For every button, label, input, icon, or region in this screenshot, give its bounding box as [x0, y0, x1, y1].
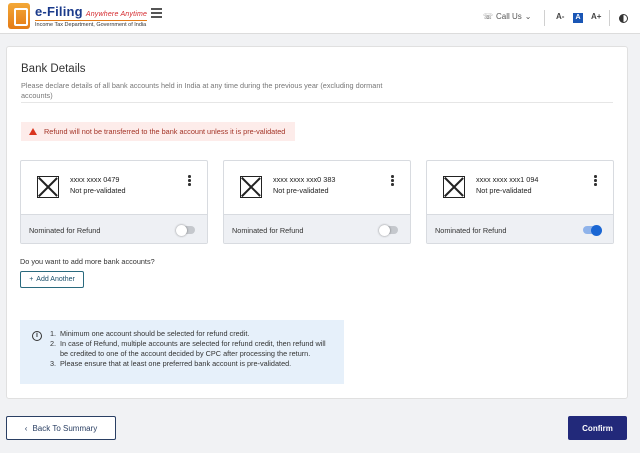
warning-banner: Refund will not be transferred to the ba… — [21, 122, 296, 141]
phone-icon: ☏ — [483, 12, 494, 21]
confirm-button[interactable]: Confirm — [568, 416, 627, 440]
add-another-button[interactable]: + Add Another — [20, 271, 84, 288]
nominate-refund-toggle[interactable] — [379, 224, 398, 236]
account-number: xxxx xxxx xxx0 383 — [273, 175, 336, 184]
warning-text: Refund will not be transferred to the ba… — [44, 127, 286, 136]
bank-account-card: xxxx xxxx 0479 Not pre-validated Nominat… — [20, 160, 208, 244]
chevron-left-icon: ‹ — [24, 423, 28, 433]
bank-placeholder-icon — [37, 176, 59, 198]
bank-placeholder-icon — [443, 176, 465, 198]
more-options-icon[interactable] — [594, 175, 597, 187]
header-divider — [544, 10, 545, 26]
info-box: i 1. Minimum one account should be selec… — [20, 320, 344, 384]
add-accounts-question: Do you want to add more bank accounts? — [20, 257, 155, 266]
chevron-down-icon: ⌄ — [524, 12, 532, 21]
call-us-dropdown[interactable]: ☏ Call Us ⌄ — [483, 12, 532, 21]
info-item: 1. Minimum one account should be selecte… — [50, 329, 250, 338]
header-divider — [609, 10, 610, 26]
nominated-label: Nominated for Refund — [435, 226, 507, 235]
more-options-icon[interactable] — [391, 175, 394, 187]
bank-account-card: xxxx xxxx xxx0 383 Not pre-validated Nom… — [223, 160, 411, 244]
account-number: xxxx xxxx 0479 — [70, 175, 120, 184]
add-another-label: Add Another — [36, 276, 75, 283]
nominate-refund-toggle[interactable] — [583, 224, 602, 236]
nominated-label: Nominated for Refund — [232, 226, 304, 235]
call-us-label: Call Us — [496, 12, 522, 21]
back-label: Back To Summary — [32, 423, 98, 433]
divider — [21, 102, 613, 103]
bank-account-card: xxxx xxxx xxx1 094 Not pre-validated Nom… — [426, 160, 614, 244]
logo-tagline: Anywhere Anytime — [85, 11, 148, 18]
font-default-button[interactable]: A — [573, 13, 583, 23]
info-icon: i — [32, 331, 42, 341]
back-to-summary-button[interactable]: ‹ Back To Summary — [6, 416, 116, 440]
contrast-toggle-icon[interactable] — [619, 14, 628, 23]
efiling-logo[interactable]: e-Filing Anywhere Anytime Income Tax Depa… — [8, 3, 148, 29]
top-header: e-Filing Anywhere Anytime Income Tax Depa… — [0, 0, 640, 34]
validation-status: Not pre-validated — [273, 186, 329, 195]
bank-details-panel: Bank Details Please declare details of a… — [6, 46, 628, 399]
page-title: Bank Details — [21, 63, 86, 75]
page-description: Please declare details of all bank accou… — [21, 81, 383, 100]
nominated-label: Nominated for Refund — [29, 226, 101, 235]
logo-subtitle: Income Tax Department, Government of Ind… — [35, 20, 148, 28]
info-item: 3. Please ensure that at least one prefe… — [50, 359, 292, 368]
font-decrease-button[interactable]: A- — [556, 12, 564, 21]
more-options-icon[interactable] — [188, 175, 191, 187]
warning-icon — [29, 128, 37, 135]
validation-status: Not pre-validated — [70, 186, 126, 195]
logo-title: e-Filing — [35, 4, 83, 19]
menu-icon[interactable] — [151, 8, 162, 20]
validation-status: Not pre-validated — [476, 186, 532, 195]
account-number: xxxx xxxx xxx1 094 — [476, 175, 539, 184]
nominate-refund-toggle[interactable] — [176, 224, 195, 236]
emblem-icon — [8, 3, 30, 29]
font-increase-button[interactable]: A+ — [591, 12, 601, 21]
info-item: 2. In case of Refund, multiple accounts … — [50, 339, 326, 358]
plus-icon: + — [29, 276, 34, 283]
bank-placeholder-icon — [240, 176, 262, 198]
